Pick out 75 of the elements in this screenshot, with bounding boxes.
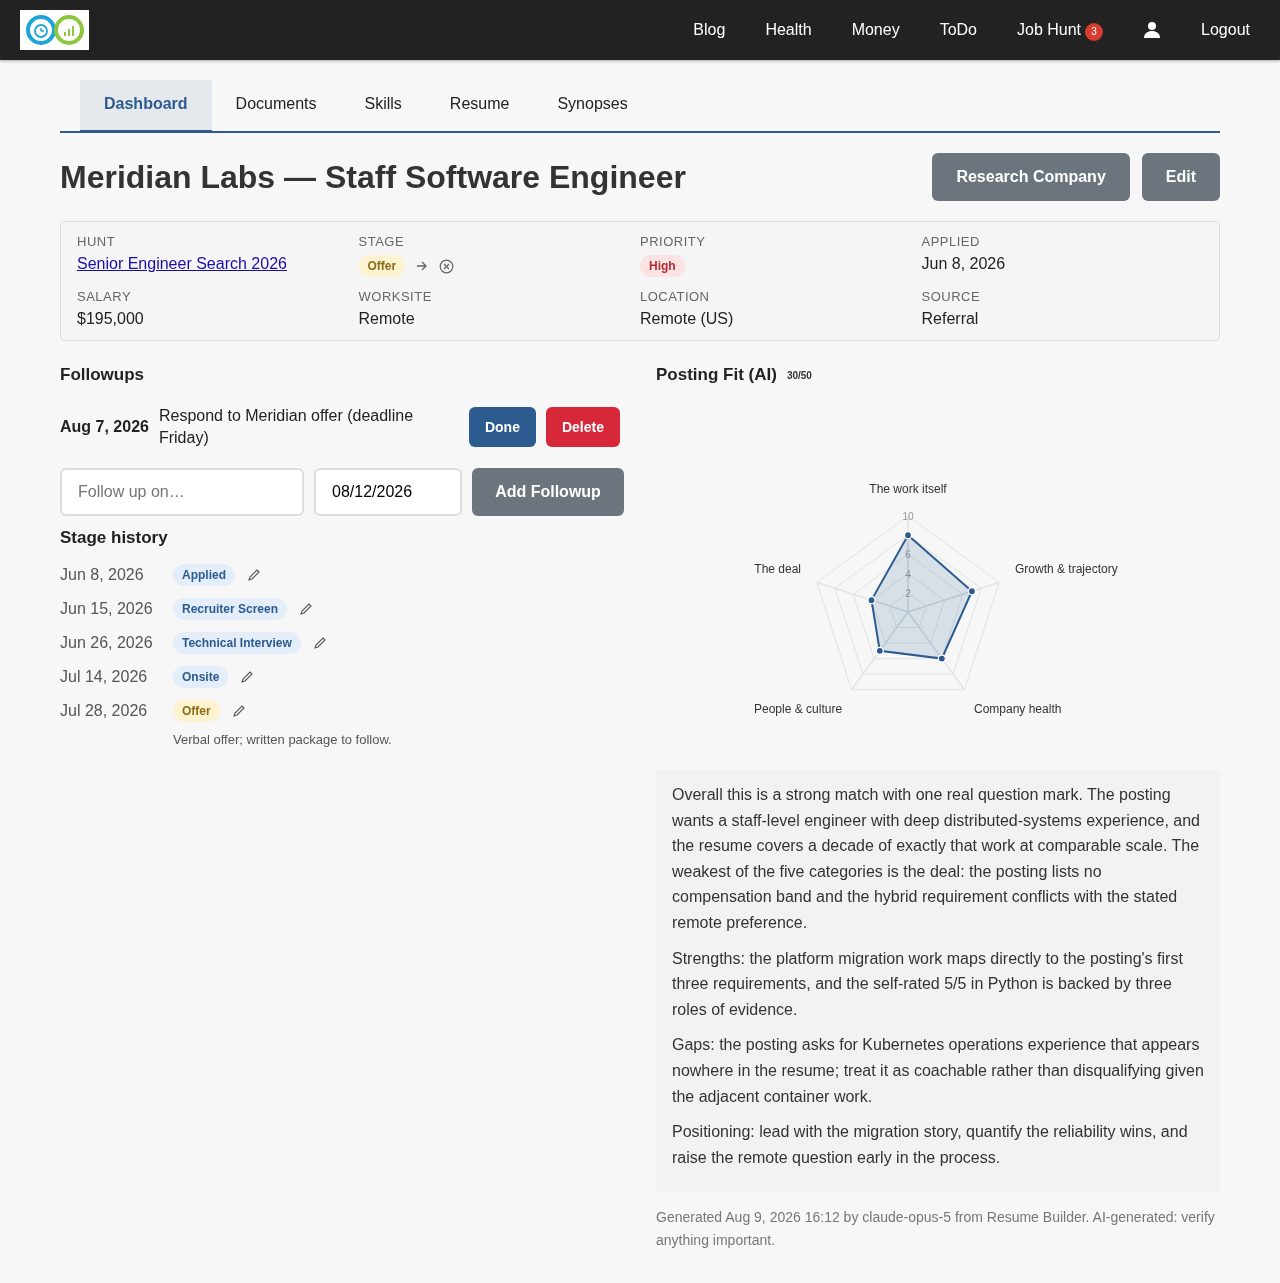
pencil-icon[interactable] (240, 669, 255, 684)
summary-paragraph: Positioning: lead with the migration story, quantify the reliability wins, and raise the remote question early in the process. (672, 1122, 1189, 1168)
priority-badge: High (640, 255, 685, 277)
field-value: Remote (US) (640, 310, 734, 328)
stage-date: Jun 8, 2026 (60, 565, 145, 584)
summary-paragraph: Gaps: the posting asks for Kubernetes operations experience that appears nowhere in the resume; treat it as coachable rather than disqualifying given the adjacent container work. (672, 1035, 1204, 1107)
stage-note: Verbal offer; written package to follow. (173, 731, 393, 747)
fit-score: 30/50 (786, 369, 812, 381)
tick-label: 4 (905, 568, 911, 580)
add-followup-button[interactable]: Add Followup (472, 467, 624, 516)
field-value: Remote (358, 310, 415, 328)
followup-date: Aug 7, 2026 (60, 418, 149, 437)
summary-paragraph: Strengths: the platform migration work maps directly to the posting's first three requirements, and the self-rated 5/5 in Python is backed by three roles of evidence. (672, 948, 1184, 1020)
axis-label: The deal (754, 562, 801, 576)
field-label: APPLIED (921, 234, 980, 249)
close-circle-icon[interactable] (439, 258, 455, 274)
stage-date: Jul 28, 2026 (60, 701, 149, 720)
axis-label: People & culture (754, 702, 843, 716)
user-icon[interactable] (1143, 21, 1162, 39)
action-button[interactable]: Research Company (932, 153, 1130, 201)
tick-label: 6 (905, 549, 911, 561)
section-title: Posting Fit (AI) (656, 365, 777, 385)
nav-link[interactable]: Money (851, 21, 900, 39)
action-button[interactable]: Edit (1141, 153, 1220, 201)
section-title: Stage history (60, 527, 169, 548)
date-field[interactable]: 08/12/2026 (314, 467, 462, 516)
tab[interactable]: Resume (425, 80, 534, 133)
field-label: PRIORITY (640, 234, 706, 249)
logo-icon[interactable] (20, 10, 89, 50)
nav-link[interactable]: Health (765, 21, 812, 39)
page-title: Meridian Labs — Staff Software Engineer (60, 158, 686, 196)
stage-badge: Technical Interview (173, 631, 301, 654)
stage-badge: Offer (173, 699, 220, 722)
section-title: Followups (60, 365, 146, 385)
field-label: LOCATION (640, 289, 710, 304)
pencil-icon[interactable] (299, 601, 314, 616)
tick-label: 10 (902, 511, 914, 522)
axis-label: Growth & trajectory (1015, 562, 1118, 576)
nav-link[interactable]: Job Hunt (1017, 21, 1082, 39)
pencil-icon[interactable] (312, 635, 327, 650)
stage-badge: Recruiter Screen (173, 597, 288, 620)
field-value: Jun 8, 2026 (921, 255, 1006, 273)
summary-paragraph: Overall this is a strong match with one real question mark. The posting wants a staff-level engineer with deep distributed-systems experience, and the resume covers a decade of exactly that work at comparable scale. The weakest of the five categories is the deal: the posting lists no compensation band and the hybrid requirement conflicts with the stated remote preference. (672, 785, 1201, 933)
field-value: Referral (921, 310, 979, 328)
nav-link[interactable]: ToDo (939, 21, 977, 39)
hunt-link[interactable]: Senior Engineer Search 2026 (77, 255, 287, 273)
stage-badge: Offer (358, 255, 406, 277)
pencil-icon[interactable] (247, 567, 261, 582)
axis-label: The work itself (869, 482, 947, 496)
count-badge: 3 (1085, 22, 1104, 41)
followup-input[interactable]: Follow up on… (60, 467, 304, 516)
tick-label: 2 (905, 587, 911, 599)
field-label: SOURCE (921, 289, 981, 304)
field-value: $195,000 (77, 310, 144, 328)
stage-badge: Applied (173, 563, 235, 586)
field-label: SALARY (77, 289, 132, 304)
stage-date: Jun 15, 2026 (60, 599, 154, 618)
tab[interactable]: Skills (340, 80, 426, 133)
axis-label: Company health (974, 702, 1062, 716)
tab[interactable]: Synopses (533, 80, 652, 133)
field-label: STAGE (358, 234, 405, 249)
nav-link[interactable]: Blog (693, 21, 726, 39)
done-button[interactable]: Done (468, 407, 536, 448)
tab[interactable]: Documents (211, 80, 341, 133)
nav-link[interactable]: Logout (1201, 21, 1250, 39)
delete-button[interactable]: Delete (545, 407, 620, 448)
field-label: WORKSITE (358, 289, 432, 304)
stage-badge: Onsite (173, 665, 229, 688)
stage-date: Jun 26, 2026 (60, 633, 154, 652)
stage-date: Jul 14, 2026 (60, 667, 149, 686)
tab[interactable]: Dashboard (80, 80, 212, 133)
followup-text: Respond to Meridian offer (deadline Friday) (158, 406, 415, 449)
pencil-icon[interactable] (231, 703, 246, 718)
field-label: HUNT (77, 234, 116, 249)
generated-note: Generated Aug 9, 2026 16:12 by claude-opus-5 from Resume Builder. AI-generated: verify anything important. (656, 1208, 1216, 1250)
